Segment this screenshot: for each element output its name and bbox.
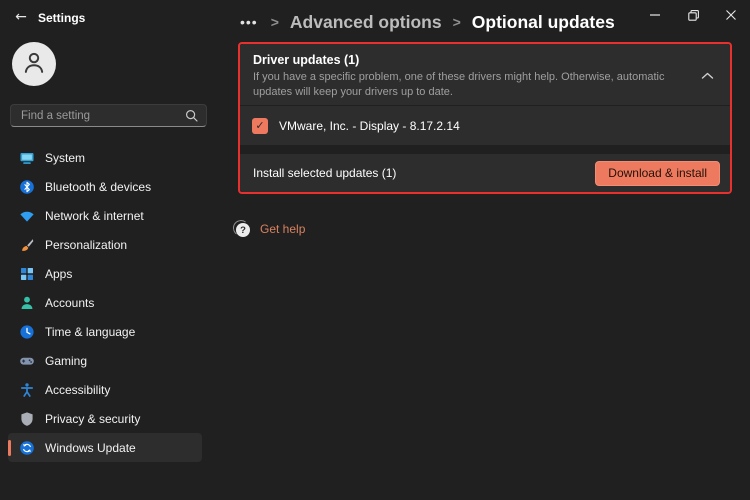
update-item-row[interactable]: ✓ VMware, Inc. - Display - 8.17.2.14	[240, 106, 730, 145]
update-item-label: VMware, Inc. - Display - 8.17.2.14	[279, 119, 460, 133]
sidebar-item-accessibility[interactable]: Accessibility	[8, 375, 202, 404]
page-title: Optional updates	[472, 12, 615, 33]
chevron-up-icon	[701, 68, 714, 83]
sidebar-item-accounts[interactable]: Accounts	[8, 288, 202, 317]
apps-icon	[19, 266, 35, 282]
breadcrumb-ellipsis-button[interactable]: •••	[238, 7, 260, 37]
search-box	[10, 104, 207, 127]
close-button[interactable]	[712, 0, 750, 30]
bluetooth-icon	[19, 179, 35, 195]
windows-update-icon	[19, 440, 35, 456]
sidebar-item-apps[interactable]: Apps	[8, 259, 202, 288]
download-install-button[interactable]: Download & install	[595, 161, 720, 186]
network-icon	[19, 208, 35, 224]
driver-updates-title: Driver updates (1)	[253, 53, 686, 67]
sidebar-nav: System Bluetooth & devices Network & int…	[0, 143, 208, 462]
window-controls	[636, 0, 750, 30]
install-selected-label: Install selected updates (1)	[253, 166, 396, 180]
chevron-right-icon: >	[271, 14, 279, 30]
get-help-link[interactable]: ? Get help	[236, 221, 305, 237]
person-icon	[20, 48, 48, 81]
user-avatar[interactable]	[12, 42, 56, 86]
sidebar-item-personalization[interactable]: Personalization	[8, 230, 202, 259]
search-icon	[185, 109, 198, 122]
sidebar-item-bluetooth-devices[interactable]: Bluetooth & devices	[8, 172, 202, 201]
maximize-button[interactable]	[674, 0, 712, 30]
sidebar-item-windows-update[interactable]: Windows Update	[8, 433, 202, 462]
help-icon: ?	[236, 223, 250, 237]
personalization-icon	[19, 237, 35, 253]
minimize-icon	[650, 14, 660, 16]
sidebar: System Bluetooth & devices Network & int…	[0, 0, 208, 500]
driver-updates-card: Driver updates (1) If you have a specifi…	[238, 42, 732, 194]
breadcrumb-advanced-options[interactable]: Advanced options	[290, 12, 442, 33]
collapse-expander-button[interactable]	[696, 66, 718, 84]
selected-indicator	[8, 440, 11, 456]
close-icon	[726, 10, 736, 20]
driver-updates-header[interactable]: Driver updates (1) If you have a specifi…	[240, 44, 730, 105]
gaming-icon	[19, 353, 35, 369]
update-checkbox[interactable]: ✓	[252, 118, 268, 134]
chevron-right-icon: >	[453, 14, 461, 30]
minimize-button[interactable]	[636, 0, 674, 30]
sidebar-item-privacy-security[interactable]: Privacy & security	[8, 404, 202, 433]
sidebar-item-system[interactable]: System	[8, 143, 202, 172]
breadcrumb: ••• > Advanced options > Optional update…	[238, 6, 615, 38]
divider	[240, 145, 730, 154]
install-footer: Install selected updates (1) Download & …	[240, 154, 730, 192]
accounts-icon	[19, 295, 35, 311]
get-help-label: Get help	[260, 222, 305, 236]
sidebar-item-time-language[interactable]: Time & language	[8, 317, 202, 346]
sidebar-item-gaming[interactable]: Gaming	[8, 346, 202, 375]
privacy-security-icon	[19, 411, 35, 427]
time-language-icon	[19, 324, 35, 340]
accessibility-icon	[19, 382, 35, 398]
system-icon	[19, 150, 35, 166]
driver-updates-description: If you have a specific problem, one of t…	[253, 70, 686, 100]
search-input[interactable]	[11, 110, 185, 122]
restore-icon	[688, 10, 699, 21]
sidebar-item-network-internet[interactable]: Network & internet	[8, 201, 202, 230]
